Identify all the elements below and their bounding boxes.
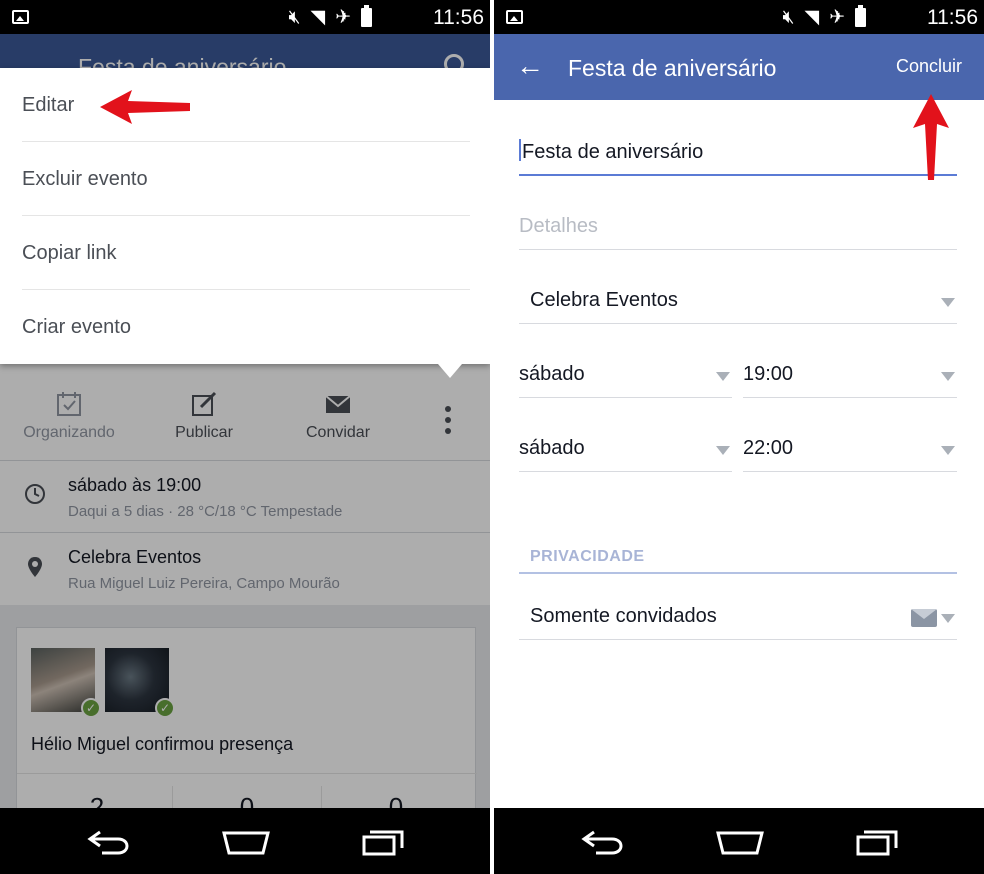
done-button[interactable]: Concluir [896,56,962,77]
menu-item-copy-link[interactable]: Copiar link [22,216,470,290]
edit-form: Festa de aniversário Detalhes Celebra Ev… [494,100,984,808]
event-name-input[interactable]: Festa de aniversário [519,132,957,176]
image-notification-icon [12,10,29,24]
back-arrow-icon[interactable]: ← [516,50,544,82]
battery-icon [855,4,866,27]
edit-header: ← Festa de aniversário Concluir [494,34,984,100]
start-time-value: 19:00 [743,363,794,385]
privacy-section-header: PRIVACIDADE [519,548,957,574]
dropdown-arrow-icon [941,614,955,623]
image-notification-icon [506,10,523,24]
end-day-value: sábado [519,437,585,459]
details-placeholder: Detalhes [519,215,598,237]
airplane-icon: ✈ [335,6,351,28]
menu-item-delete-event[interactable]: Excluir evento [22,142,470,216]
options-menu: Editar Excluir evento Copiar link Criar … [0,68,490,378]
privacy-select[interactable]: Somente convidados [519,596,957,640]
annotation-arrow-left-icon [100,90,190,124]
wifi-icon: ◥ [310,6,326,28]
airplane-icon: ✈ [829,6,845,28]
nav-recent-apps-icon[interactable] [854,828,902,856]
status-time: 11:56 [433,6,484,29]
event-name-value: Festa de aniversário [522,141,704,163]
end-time-select[interactable]: 22:00 [743,428,957,472]
status-bar: 🔇︎ ◥ ✈ 11:56 [0,0,490,34]
dropdown-arrow-icon [941,298,955,307]
nav-recent-apps-icon[interactable] [360,828,408,856]
system-nav-bar [494,808,984,874]
envelope-icon [911,609,937,627]
status-bar: 🔇︎ ◥ ✈ 11:56 [494,0,984,34]
location-select[interactable]: Celebra Eventos [519,280,957,324]
dropdown-arrow-icon [716,446,730,455]
left-screen: 🔇︎ ◥ ✈ 11:56 ← Festa de aniversário Orga… [0,0,490,874]
status-time: 11:56 [927,6,978,29]
start-day-value: sábado [519,363,585,385]
page-title: Festa de aniversário [568,55,777,81]
end-day-select[interactable]: sábado [519,428,732,472]
start-time-select[interactable]: 19:00 [743,354,957,398]
dropdown-arrow-icon [941,372,955,381]
mute-icon: 🔇︎ [782,6,795,28]
menu-item-edit[interactable]: Editar [22,68,470,142]
battery-icon [361,4,372,27]
nav-back-icon[interactable] [86,828,134,856]
right-screen: 🔇︎ ◥ ✈ 11:56 ← Festa de aniversário Conc… [494,0,984,874]
nav-home-icon[interactable] [715,828,765,856]
privacy-value: Somente convidados [530,605,717,627]
text-cursor [519,139,521,161]
wifi-icon: ◥ [804,6,820,28]
start-day-select[interactable]: sábado [519,354,732,398]
dropdown-arrow-icon [941,446,955,455]
mute-icon: 🔇︎ [288,6,301,28]
dropdown-arrow-icon [716,372,730,381]
annotation-arrow-up-icon [913,94,949,180]
nav-back-icon[interactable] [580,828,628,856]
system-nav-bar [0,808,490,874]
end-time-value: 22:00 [743,437,794,459]
details-input[interactable]: Detalhes [519,206,957,250]
nav-home-icon[interactable] [221,828,271,856]
menu-item-create-event[interactable]: Criar evento [22,290,470,364]
location-value: Celebra Eventos [530,289,678,311]
